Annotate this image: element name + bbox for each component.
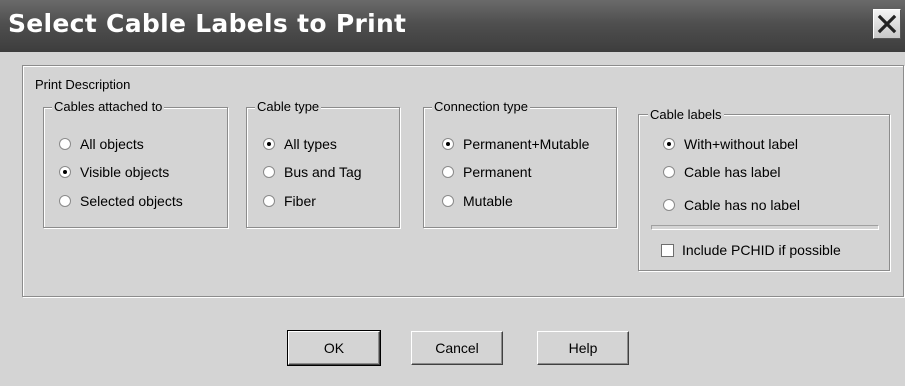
print-description-label: Print Description xyxy=(33,77,133,92)
dialog-window: Select Cable Labels to Print Print Descr… xyxy=(0,0,905,386)
radio-bus-and-tag[interactable]: Bus and Tag xyxy=(263,163,362,181)
checkbox-icon[interactable] xyxy=(661,243,674,257)
cancel-button[interactable]: Cancel xyxy=(411,331,503,365)
radio-all-objects[interactable]: All objects xyxy=(59,135,144,153)
radio-with-without-label[interactable]: With+without label xyxy=(663,135,798,153)
radio-label: Bus and Tag xyxy=(284,164,362,180)
radio-label: Fiber xyxy=(284,193,316,209)
help-button[interactable]: Help xyxy=(537,331,629,365)
radio-label: Cable has no label xyxy=(684,197,800,213)
radio-label: Cable has label xyxy=(684,164,781,180)
radio-button-icon[interactable] xyxy=(59,195,71,207)
close-icon xyxy=(877,14,897,34)
radio-cable-has-label[interactable]: Cable has label xyxy=(663,163,781,181)
radio-visible-objects[interactable]: Visible objects xyxy=(59,163,169,181)
radio-button-icon[interactable] xyxy=(442,195,454,207)
radio-label: All types xyxy=(284,136,337,152)
radio-button-icon[interactable] xyxy=(59,138,71,150)
include-pchid-checkbox[interactable]: Include PCHID if possible xyxy=(661,241,841,259)
radio-button-icon[interactable] xyxy=(442,166,454,178)
radio-label: All objects xyxy=(80,136,144,152)
radio-label: Permanent+Mutable xyxy=(463,136,590,152)
radio-button-icon[interactable] xyxy=(263,166,275,178)
cables-attached-to-label: Cables attached to xyxy=(52,99,165,114)
cable-labels-label: Cable labels xyxy=(648,107,724,122)
radio-label: Permanent xyxy=(463,164,532,180)
checkbox-label: Include PCHID if possible xyxy=(682,242,841,258)
radio-mutable[interactable]: Mutable xyxy=(442,192,513,210)
radio-button-selected-icon[interactable] xyxy=(663,138,675,150)
connection-type-label: Connection type xyxy=(432,99,530,114)
radio-label: Mutable xyxy=(463,193,513,209)
radio-label: Selected objects xyxy=(80,193,183,209)
radio-button-selected-icon[interactable] xyxy=(59,166,71,178)
cable-type-label: Cable type xyxy=(255,99,322,114)
radio-all-types[interactable]: All types xyxy=(263,135,337,153)
radio-button-selected-icon[interactable] xyxy=(263,138,275,150)
separator-line xyxy=(651,225,879,230)
ok-button[interactable]: OK xyxy=(287,330,381,366)
radio-button-selected-icon[interactable] xyxy=(442,138,454,150)
radio-permanent-mutable[interactable]: Permanent+Mutable xyxy=(442,135,589,153)
radio-label: With+without label xyxy=(684,136,799,152)
radio-selected-objects[interactable]: Selected objects xyxy=(59,192,183,210)
radio-button-icon[interactable] xyxy=(663,199,675,211)
close-button[interactable] xyxy=(873,9,901,39)
radio-permanent[interactable]: Permanent xyxy=(442,163,531,181)
radio-fiber[interactable]: Fiber xyxy=(263,192,316,210)
radio-cable-has-no-label[interactable]: Cable has no label xyxy=(663,196,800,214)
radio-label: Visible objects xyxy=(80,164,170,180)
dialog-title: Select Cable Labels to Print xyxy=(8,9,407,38)
title-bar[interactable]: Select Cable Labels to Print xyxy=(0,0,905,52)
radio-button-icon[interactable] xyxy=(663,166,675,178)
radio-button-icon[interactable] xyxy=(263,195,275,207)
